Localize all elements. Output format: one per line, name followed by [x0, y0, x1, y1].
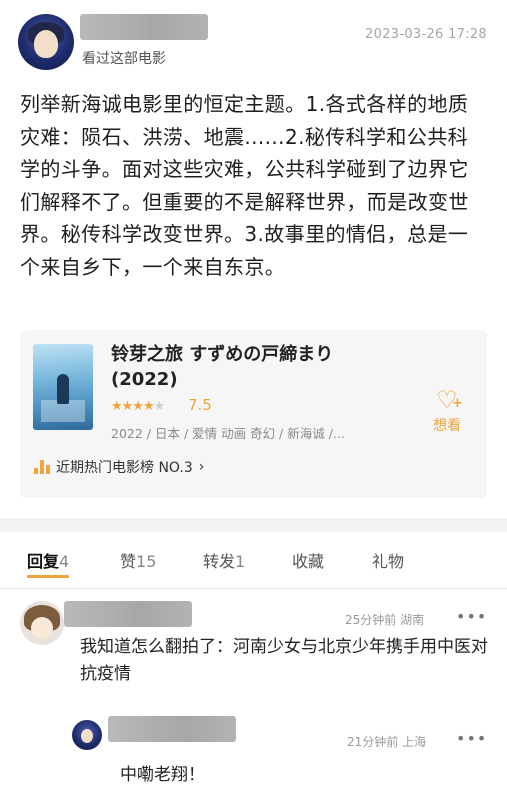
tab-count: 15 [136, 552, 157, 571]
comment-time-location: 25分钟前 湖南 [345, 613, 425, 627]
ranking-link[interactable]: 近期热门电影榜 NO.3 › [34, 457, 204, 477]
tab-label: 收藏 [292, 552, 325, 571]
commenter-avatar[interactable] [20, 601, 64, 645]
want-to-watch-button[interactable]: ♡ + 想看 [426, 388, 468, 435]
post-date: 2023-03-26 17:28 [365, 27, 487, 42]
tab-replies[interactable]: 回复4 [27, 548, 69, 572]
tab-label: 回复 [27, 552, 60, 571]
reply-name-redacted[interactable] [108, 716, 236, 742]
section-divider [0, 518, 507, 532]
more-options-icon[interactable]: ••• [456, 607, 487, 626]
ranking-bars-icon [34, 460, 50, 474]
chevron-right-icon: › [198, 459, 205, 475]
stars-filled: ★★★★ [111, 399, 155, 414]
stars-empty: ★ [153, 399, 166, 414]
plus-icon: + [452, 396, 463, 411]
tab-label: 礼物 [372, 552, 405, 571]
post-text: 列举新海诚电影里的恒定主题。1.各式各样的地质灾难：陨石、洪涝、地震......… [20, 92, 469, 279]
movie-rating: 7.5 [188, 396, 212, 414]
movie-poster[interactable] [33, 344, 93, 430]
active-tab-indicator [27, 575, 69, 578]
movie-meta: 2022 / 日本 / 爱情 动画 奇幻 / 新海诚 /... [111, 426, 345, 441]
tabs-divider [0, 588, 507, 589]
tab-gifts[interactable]: 礼物 [372, 548, 404, 572]
star-rating-icon: ★★★★★ [111, 399, 166, 414]
commenter-name-redacted[interactable] [64, 601, 192, 627]
author-avatar[interactable] [18, 14, 74, 70]
watched-status: 看过这部电影 [82, 51, 166, 67]
want-to-watch-label: 想看 [433, 418, 461, 434]
tab-favorites[interactable]: 收藏 [292, 548, 324, 572]
author-name-redacted[interactable] [80, 14, 208, 40]
reply-text: 中嘞老翔！ [120, 765, 205, 785]
tab-count: 1 [235, 552, 246, 571]
reply-time-location: 21分钟前 上海 [347, 735, 427, 749]
tab-likes[interactable]: 赞15 [120, 548, 156, 572]
comment-text: 我知道怎么翻拍了：河南少女与北京少年携手用中医对抗疫情 [80, 637, 488, 684]
movie-title[interactable]: 铃芽之旅 すずめの戸締まり (2022) [111, 342, 401, 392]
tab-count: 4 [59, 552, 70, 571]
more-options-icon[interactable]: ••• [456, 729, 487, 748]
reply-avatar[interactable] [72, 720, 102, 750]
tab-reposts[interactable]: 转发1 [203, 548, 245, 572]
ranking-text: 近期热门电影榜 NO.3 [56, 460, 193, 476]
tab-label: 转发 [203, 552, 236, 571]
tab-label: 赞 [120, 552, 137, 571]
interaction-tabs: 回复4 赞15 转发1 收藏 礼物 [0, 548, 507, 578]
movie-card[interactable]: 铃芽之旅 すずめの戸締まり (2022) ★★★★★ 7.5 2022 / 日本… [20, 330, 487, 498]
